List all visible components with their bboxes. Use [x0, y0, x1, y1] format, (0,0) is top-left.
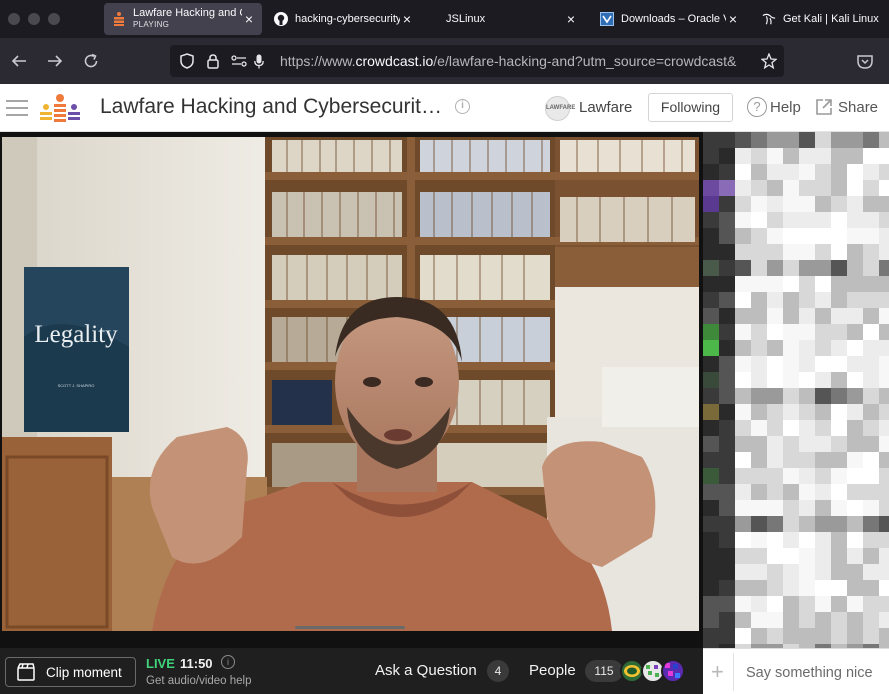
help-icon[interactable]: ? [747, 97, 767, 117]
window-zoom-dot[interactable] [48, 13, 60, 25]
browser-tab-kali[interactable]: Get Kali | Kali Linux [754, 3, 889, 35]
tab-playing-status: PLAYING [133, 20, 170, 29]
event-header: Lawfare Hacking and Cybersecurit… i LAWF… [0, 84, 889, 132]
ask-question-button[interactable]: Ask a Question [375, 662, 477, 679]
event-title: Lawfare Hacking and Cybersecurit… [100, 95, 442, 118]
help-link[interactable]: Help [770, 99, 801, 116]
kali-dragon-icon [762, 12, 776, 26]
browser-tab-github[interactable]: hacking-cybersecurity × [266, 3, 420, 35]
chat-messages-panel [703, 132, 889, 648]
pixelated-chat-content [703, 132, 889, 648]
back-arrow-icon[interactable] [8, 50, 30, 72]
org-name[interactable]: Lawfare [579, 99, 632, 116]
window-close-dot[interactable] [8, 13, 20, 25]
chat-input-bar: + Say something nice [703, 648, 889, 694]
attendee-avatar[interactable] [661, 659, 685, 683]
address-bar[interactable]: https://www.crowdcast.io/e/lawfare-hacki… [170, 45, 784, 77]
pocket-icon[interactable] [854, 50, 876, 72]
browser-nav-bar: https://www.crowdcast.io/e/lawfare-hacki… [0, 38, 889, 84]
tab-title: hacking-cybersecurity [295, 13, 400, 25]
av-help-link[interactable]: Get audio/video help [146, 675, 252, 687]
tab-title: Get Kali | Kali Linux [783, 13, 879, 25]
crowdcast-logo-icon [112, 12, 126, 26]
github-icon [274, 12, 288, 26]
add-attachment-icon[interactable]: + [711, 661, 724, 683]
crowdcast-logo[interactable] [38, 94, 82, 122]
clapperboard-icon [17, 663, 35, 681]
share-link[interactable]: Share [838, 99, 878, 116]
info-icon[interactable]: i [221, 655, 235, 669]
microphone-icon[interactable] [250, 52, 268, 70]
live-badge: LIVE [146, 656, 175, 671]
lock-icon[interactable] [204, 52, 222, 70]
forward-arrow-icon[interactable] [44, 50, 66, 72]
poster-book-author: SCOTT J. SHAPIRO [58, 383, 95, 388]
tracking-shield-icon[interactable] [178, 52, 196, 70]
tab-title: JSLinux [446, 13, 486, 25]
permissions-icon[interactable] [230, 52, 248, 70]
people-button[interactable]: People [529, 662, 576, 679]
live-timer: 11:50 [180, 656, 213, 671]
window-minimize-dot[interactable] [28, 13, 40, 25]
speaker-video[interactable]: Legality SCOTT J. SHAPIRO [2, 137, 699, 631]
org-avatar[interactable]: LAWFARE [545, 96, 575, 121]
close-tab-icon[interactable]: × [564, 11, 578, 27]
browser-tab-virtualbox[interactable]: Downloads – Oracle VM VirtualBox × [592, 3, 746, 35]
browser-tab-crowdcast[interactable]: Lawfare Hacking and Cybersecurity PLAYIN… [104, 3, 262, 35]
close-tab-icon[interactable]: × [242, 11, 256, 27]
chat-message-input[interactable]: Say something nice [746, 665, 873, 681]
close-tab-icon[interactable]: × [726, 11, 740, 27]
close-tab-icon[interactable]: × [400, 11, 414, 27]
share-icon[interactable] [814, 97, 834, 117]
people-count-badge: 115 [585, 660, 623, 682]
video-scrub-handle[interactable] [295, 626, 405, 629]
video-stage: Legality SCOTT J. SHAPIRO [0, 132, 703, 648]
virtualbox-icon [600, 12, 614, 26]
speaker-video-frame: Legality SCOTT J. SHAPIRO [2, 137, 699, 631]
clip-moment-label: Clip moment [46, 664, 122, 680]
question-count-badge: 4 [487, 660, 509, 682]
tab-title: Lawfare Hacking and Cybersecurity [133, 7, 242, 19]
info-icon[interactable]: i [455, 99, 470, 114]
reload-icon[interactable] [80, 50, 102, 72]
url-text[interactable]: https://www.crowdcast.io/e/lawfare-hacki… [280, 53, 760, 69]
tab-title: Downloads – Oracle VM VirtualBox [621, 13, 726, 25]
bookmark-star-icon[interactable] [760, 52, 778, 70]
clip-moment-button[interactable]: Clip moment [5, 657, 136, 687]
poster-book-title: Legality [34, 321, 118, 348]
browser-tab-jslinux[interactable]: JSLinux × [424, 3, 584, 35]
following-button[interactable]: Following [648, 93, 733, 122]
browser-tab-strip: Lawfare Hacking and Cybersecurity PLAYIN… [0, 0, 889, 38]
stage-bottom-bar: Clip moment LIVE 11:50 i Get audio/video… [0, 648, 703, 694]
menu-icon[interactable] [6, 100, 28, 116]
